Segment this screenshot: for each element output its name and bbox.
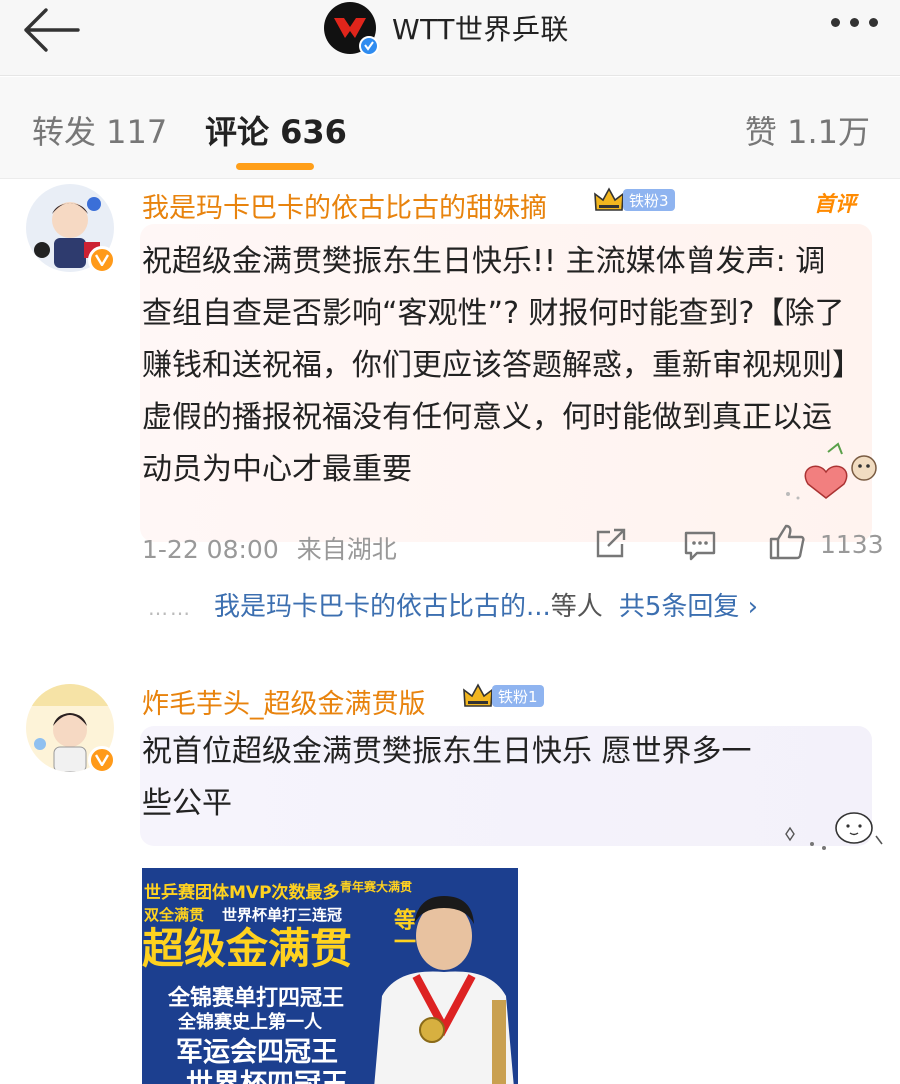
comment-item: 炸毛芋头_超级金满贯版 铁粉1 祝首位超级金满贯樊振东生日快乐 愿世界多一些公平…: [0, 670, 900, 1084]
tab-comment[interactable]: 评论 636: [205, 107, 347, 153]
first-comment-tag: 首评: [814, 192, 856, 216]
replies-total-link[interactable]: 共5条回复 ›: [619, 592, 758, 622]
verified-icon: [88, 746, 116, 774]
fan-badge: 铁粉3: [593, 186, 675, 214]
post-image[interactable]: 世乒赛团体MVP次数最多 青年赛大满贯 双全满贯 世界杯单打三连冠 超级金满贯 …: [142, 868, 518, 1084]
image-text: 世乒赛团体MVP次数最多: [144, 883, 340, 903]
bubble-doodle-icon: [786, 442, 877, 500]
comment-meta: 1-22 08:00 来自湖北: [142, 530, 397, 566]
comment-text: 祝首位超级金满贯樊振东生日快乐 愿世界多一些公平: [142, 734, 752, 821]
image-text: 世界杯单打三连冠: [222, 906, 343, 924]
comment-text: 祝超级金满贯樊振东生日快乐!! 主流媒体曾发声: 调查组自查是否影响“客观性”?…: [142, 244, 847, 487]
replies-dots: ……: [148, 596, 192, 620]
like-count: 1133: [820, 530, 884, 559]
account-header[interactable]: WTT世界乒联: [324, 2, 569, 56]
back-button[interactable]: [18, 4, 80, 56]
active-tab-indicator: [236, 163, 314, 170]
comment-icon: [684, 531, 716, 561]
comment-item: 我是玛卡巴卡的依古比古的甜妹摘 铁粉3 首评 祝超级金满贯樊振东生日快乐!! 主…: [0, 180, 900, 656]
arrow-left-icon: [24, 8, 80, 52]
bubble-doodle-icon: [785, 812, 883, 850]
fan-level-pill: 铁粉3: [623, 189, 675, 211]
wtt-logo-icon: [334, 18, 366, 38]
reply-author[interactable]: 我是玛卡巴卡的依古比古的...: [214, 592, 551, 622]
account-name[interactable]: WTT世界乒联: [392, 8, 569, 48]
like-button[interactable]: [768, 523, 806, 565]
verified-icon: [88, 246, 116, 274]
fan-badge: 铁粉1: [462, 682, 544, 710]
thumbs-up-icon: [769, 524, 805, 560]
avatar[interactable]: [26, 184, 116, 274]
tab-bar: 转发 117 评论 636 赞 1.1万: [0, 77, 900, 179]
tab-like[interactable]: 赞 1.1万: [745, 107, 870, 153]
image-text: 超级金满贯: [142, 924, 353, 973]
top-bar: WTT世界乒联: [0, 0, 900, 76]
image-text: 双全满贯: [144, 906, 205, 924]
share-button[interactable]: [594, 528, 628, 564]
verified-icon: [359, 36, 379, 56]
athlete-photo: [374, 896, 514, 1084]
fan-level-pill: 铁粉1: [492, 685, 544, 707]
reply-button[interactable]: [683, 530, 717, 566]
more-dots-icon: [831, 18, 840, 27]
replies-preview[interactable]: …… 我是玛卡巴卡的依古比古的...等人 共5条回复 ›: [148, 586, 758, 623]
username[interactable]: 我是玛卡巴卡的依古比古的甜妹摘: [142, 186, 547, 225]
crown-icon: [463, 683, 493, 707]
crown-icon: [594, 187, 624, 211]
username[interactable]: 炸毛芋头_超级金满贯版: [142, 682, 426, 721]
comment-location: 来自湖北: [296, 535, 397, 564]
avatar[interactable]: [26, 684, 116, 774]
replies-etc: 等人: [550, 592, 603, 622]
account-avatar[interactable]: [324, 2, 379, 56]
more-button[interactable]: [831, 18, 878, 27]
share-icon: [596, 528, 626, 558]
comment-time: 1-22 08:00: [142, 535, 279, 564]
tab-repost[interactable]: 转发 117: [32, 107, 167, 153]
image-text: 世界杯四冠王: [186, 1062, 348, 1084]
